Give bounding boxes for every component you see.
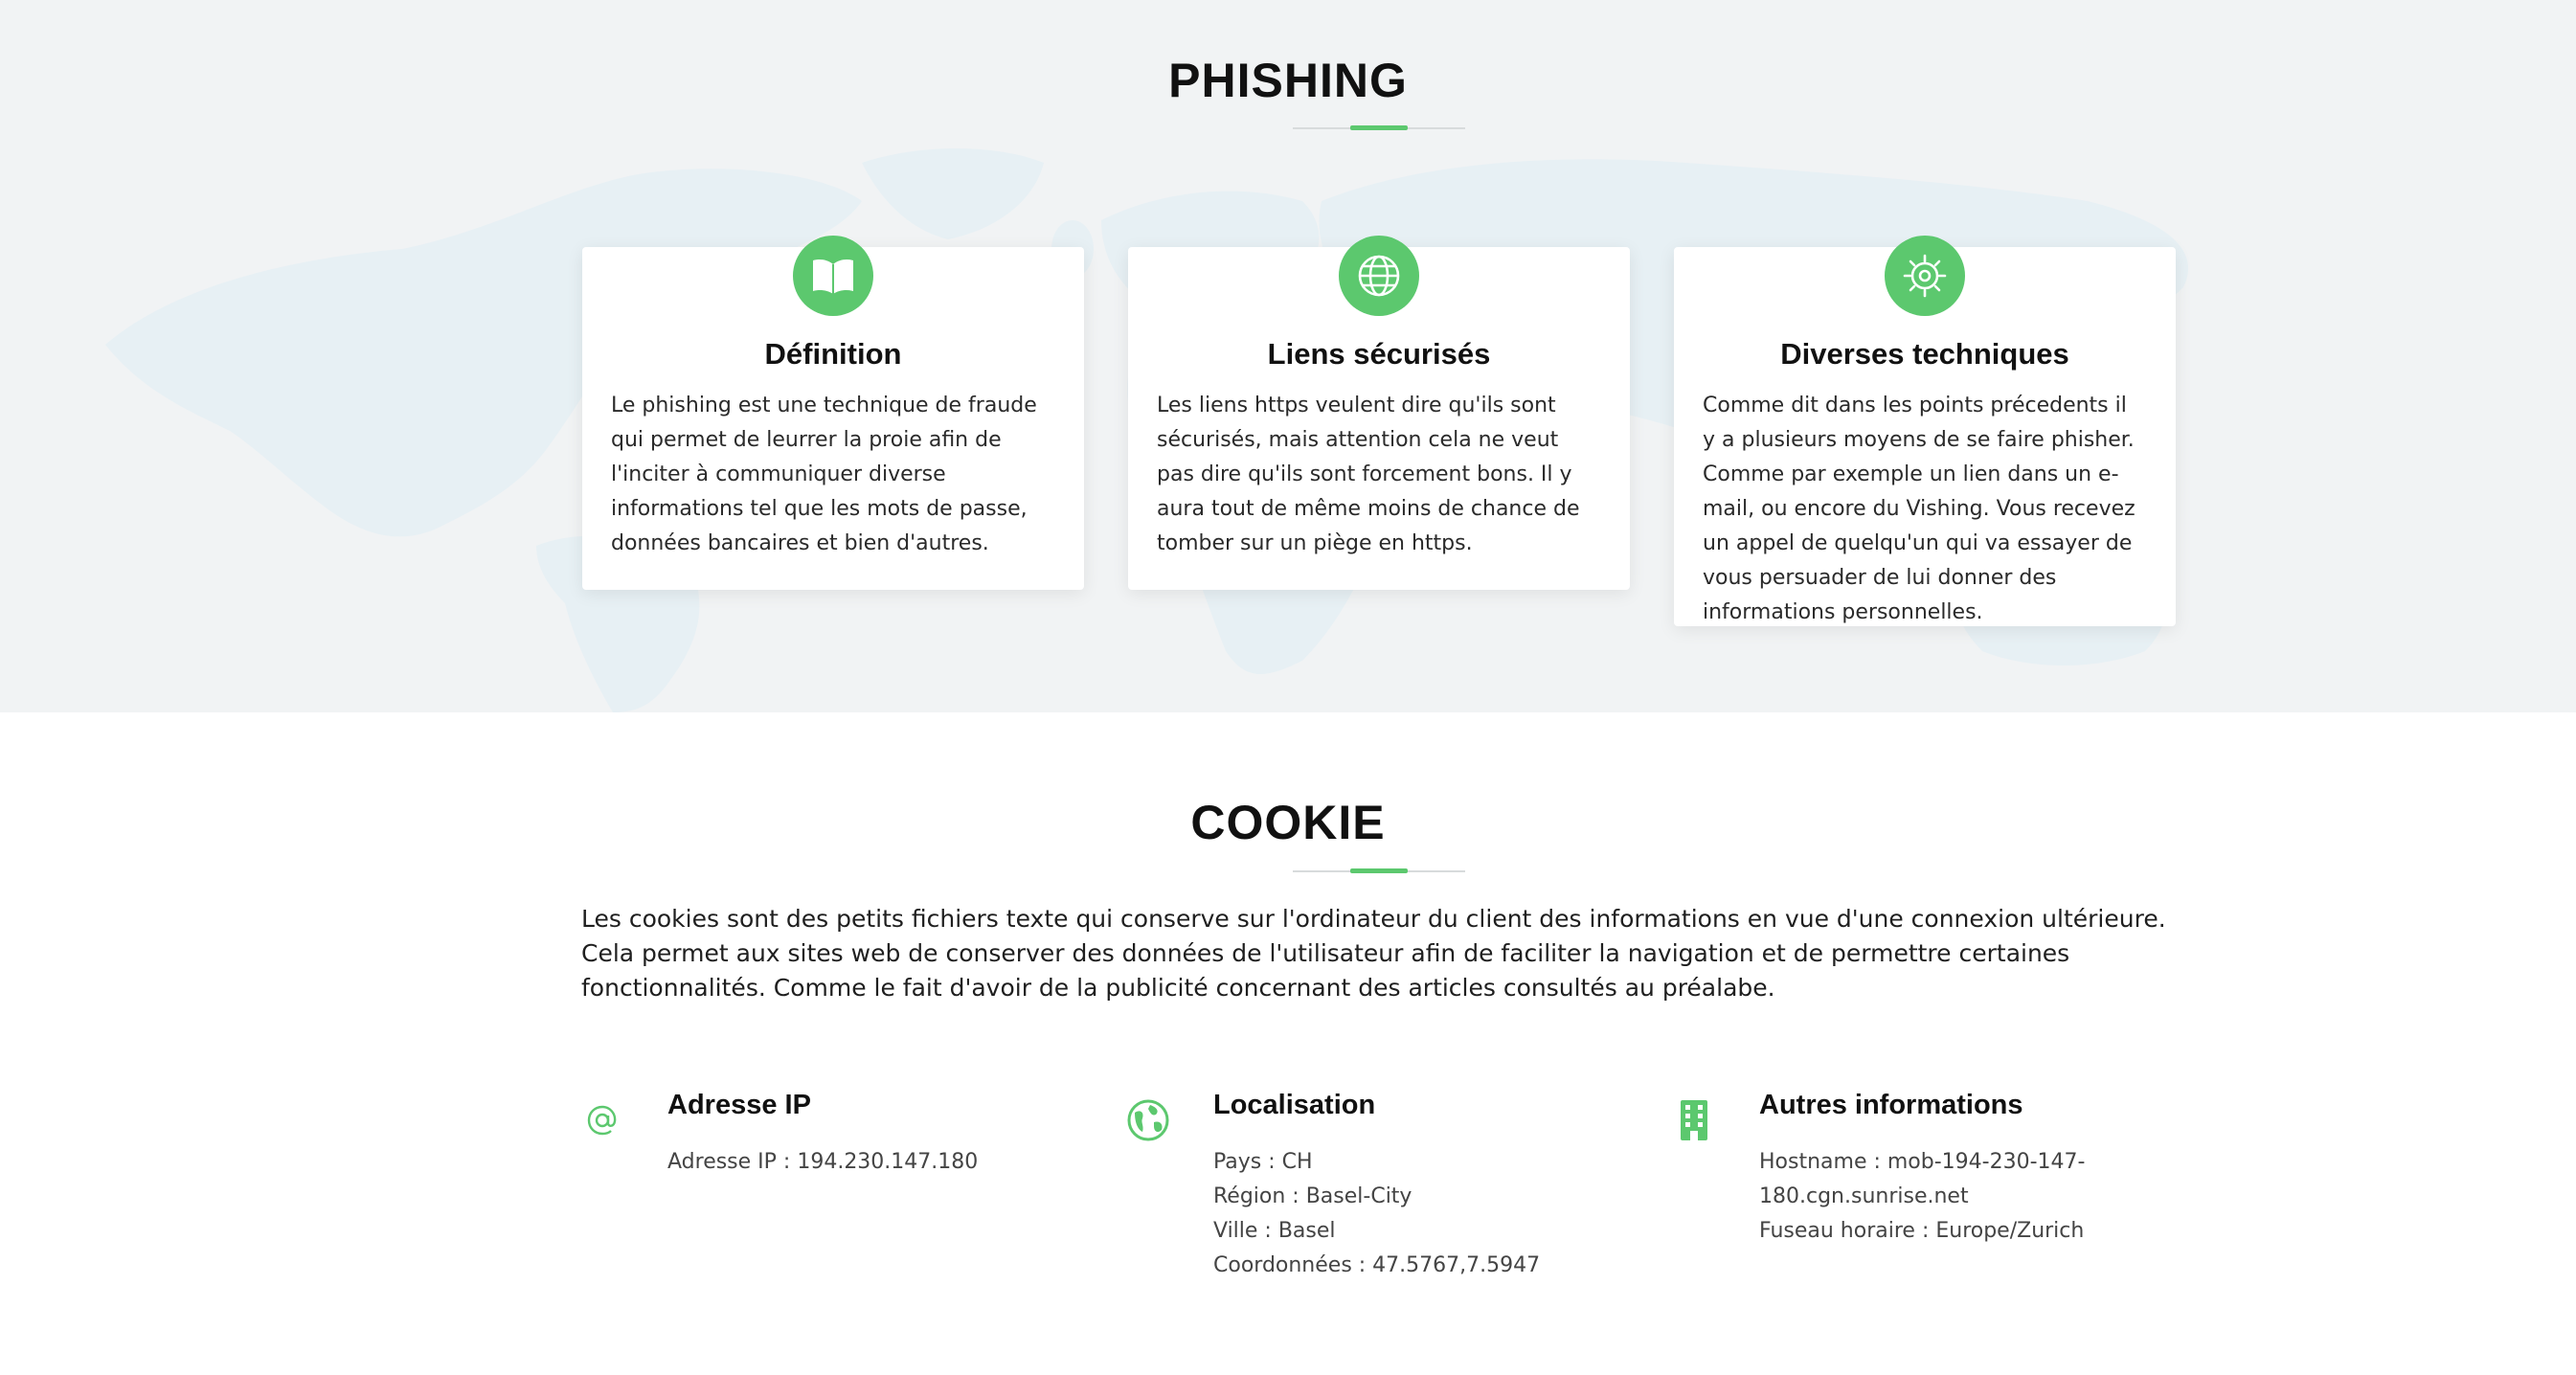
info-lines: Pays : CH Région : Basel-City Ville : Ba…	[1213, 1145, 1558, 1283]
info-block-location: Localisation Pays : CH Région : Basel-Ci…	[1127, 1090, 1606, 1300]
phishing-card-secure-links: Liens sécurisés Les liens https veulent …	[1128, 236, 1630, 590]
info-title: Adresse IP	[667, 1090, 811, 1120]
info-line-city: Ville : Basel	[1213, 1219, 1336, 1243]
phishing-title-divider	[1293, 125, 1465, 130]
info-block-ip: Adresse IP Adresse IP : 194.230.147.180	[581, 1090, 1060, 1300]
at-sign-icon	[581, 1097, 623, 1143]
cookie-title-divider	[1293, 868, 1465, 873]
info-lines: Adresse IP : 194.230.147.180	[667, 1145, 1012, 1180]
card-text: Les liens https veulent dire qu'ils sont…	[1157, 394, 1580, 555]
card-text: Le phishing est une technique de fraude …	[611, 394, 1037, 555]
info-line-ip: Adresse IP : 194.230.147.180	[667, 1150, 979, 1174]
card-text: Comme dit dans les points précedents il …	[1703, 394, 2135, 624]
info-line-country: Pays : CH	[1213, 1150, 1313, 1174]
info-title: Localisation	[1213, 1090, 1376, 1120]
cookie-title: COOKIE	[1190, 796, 1386, 849]
info-block-other: Autres informations Hostname : mob-194-2…	[1673, 1090, 2152, 1300]
phishing-section: PHISHING Définition Le phishing est une …	[0, 0, 2576, 712]
phishing-card-techniques: Diverses techniques Comme dit dans les p…	[1674, 236, 2176, 626]
info-lines: Hostname : mob-194-230-147-180.cgn.sunri…	[1759, 1145, 2104, 1249]
building-icon	[1673, 1097, 1715, 1143]
cookie-intro-text: Les cookies sont des petits fichiers tex…	[581, 905, 2166, 1002]
phishing-card-definition: Définition Le phishing est une technique…	[582, 236, 1084, 590]
globe-icon	[1339, 236, 1419, 316]
info-line-coordinates: Coordonnées : 47.5767,7.5947	[1213, 1253, 1541, 1277]
info-line-timezone: Fuseau horaire : Europe/Zurich	[1759, 1219, 2085, 1243]
info-line-region: Région : Basel-City	[1213, 1184, 1412, 1208]
card-title: Définition	[764, 337, 902, 371]
card-title: Liens sécurisés	[1267, 337, 1491, 371]
title-divider-accent	[1350, 125, 1408, 130]
open-book-icon	[793, 236, 873, 316]
title-divider-accent	[1350, 868, 1408, 873]
earth-icon	[1127, 1097, 1169, 1143]
phishing-title: PHISHING	[1168, 54, 1408, 107]
card-title: Diverses techniques	[1780, 337, 2069, 371]
gear-icon	[1885, 236, 1965, 316]
info-line-hostname: Hostname : mob-194-230-147-180.cgn.sunri…	[1759, 1150, 2086, 1208]
info-title: Autres informations	[1759, 1090, 2023, 1120]
